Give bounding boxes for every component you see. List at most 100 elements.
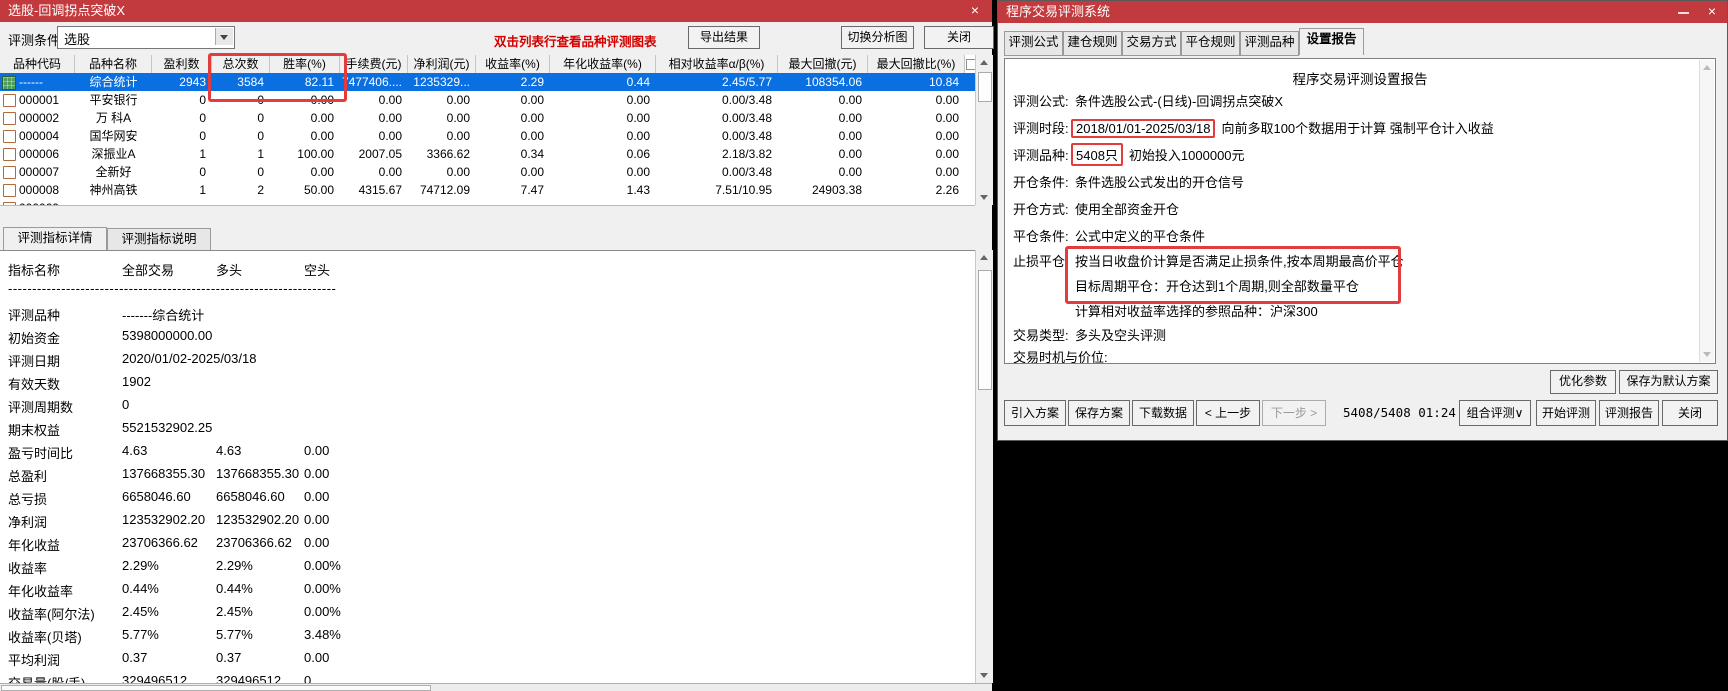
cell-value: 0.00 — [935, 129, 959, 143]
combo-eval-button[interactable]: 组合评测∨ — [1459, 400, 1531, 426]
cell-name: 国华网安 — [89, 129, 138, 143]
column-header[interactable]: 最大回撤(元) — [778, 55, 868, 74]
cell-code: 000001 — [0, 91, 75, 109]
save-plan-button[interactable]: 保存方案 — [1068, 400, 1130, 426]
checkbox-icon[interactable] — [3, 166, 16, 179]
highlighted-value: 5408只 — [1071, 143, 1123, 166]
dialog-tab-1[interactable]: 评测公式 — [1004, 31, 1063, 56]
report-scrollbar[interactable] — [1699, 60, 1714, 362]
cell-value — [212, 199, 270, 205]
chevron-down-icon[interactable] — [215, 28, 233, 45]
dialog-tab-3[interactable]: 交易方式 — [1122, 31, 1181, 56]
table-row[interactable]: 000001 平安银行 0 0 0.00 0.00 0.00 0.00 0.00 0.00/3.4… — [0, 91, 975, 109]
detail-cell: 0.00% — [304, 581, 341, 596]
table-vertical-scrollbar[interactable] — [975, 55, 993, 205]
detail-cell: 0.44% — [216, 581, 253, 596]
horizontal-scrollbar[interactable] — [0, 683, 992, 691]
table-row[interactable]: ------ 综合统计 2943 3584 82.11 7477406.... 123532… — [0, 73, 975, 91]
column-header[interactable]: 最大回撤比(%) — [868, 55, 965, 74]
tab-indicator-notes[interactable]: 评测指标说明 — [107, 228, 211, 252]
prev-step-button[interactable]: < 上一步 — [1196, 400, 1260, 426]
cell-value: 7.47 — [520, 183, 544, 197]
start-eval-button[interactable]: 开始评测 — [1536, 400, 1596, 426]
detail-cell: 5398000000.00 — [122, 328, 213, 343]
eval-report-button[interactable]: 评测报告 — [1599, 400, 1659, 426]
column-header[interactable]: 净利润(元) — [408, 55, 476, 74]
table-row[interactable]: 000002 万 科A 0 0 0.00 0.00 0.00 0.00 0.00 0.00/3.4… — [0, 109, 975, 127]
detail-cell: 137668355.30 — [122, 466, 206, 481]
left-window-title: 选股-回调拐点突破X — [8, 3, 126, 18]
scrollbar-thumb[interactable] — [1, 685, 431, 691]
detail-cell: 137668355.30 — [216, 466, 300, 481]
column-header[interactable]: 盈利数 — [152, 55, 212, 74]
dialog-tab-5[interactable]: 评测品种 — [1240, 31, 1299, 56]
cell-value: 0.00 — [520, 165, 544, 179]
scrollbar-thumb[interactable] — [978, 72, 992, 102]
left-titlebar: 选股-回调拐点突破X × — [0, 0, 992, 22]
table-row[interactable]: 000008 神州高铁 1 2 50.00 4315.67 74712.09 7.47 1.43… — [0, 181, 975, 199]
detail-vertical-scrollbar[interactable] — [975, 250, 993, 683]
scroll-down-icon[interactable] — [1703, 352, 1711, 357]
cell-value: 0.00 — [626, 93, 650, 107]
dialog-tab-6[interactable]: 设置报告 — [1299, 28, 1364, 55]
close-icon[interactable]: × — [962, 0, 988, 22]
import-plan-button[interactable]: 引入方案 — [1004, 400, 1066, 426]
detail-cell: 收益率(贝塔) — [8, 630, 82, 645]
table-row[interactable]: 000004 国华网安 0 0 0.00 0.00 0.00 0.00 0.00 0.00/3.4… — [0, 127, 975, 145]
detail-cell: 0.00 — [304, 489, 330, 504]
column-header[interactable]: 总次数 — [212, 55, 270, 74]
dialog-tab-4[interactable]: 平仓规则 — [1181, 31, 1240, 56]
checkbox-icon[interactable] — [3, 202, 16, 205]
cell-value: 0.00 — [838, 111, 862, 125]
checkbox-icon[interactable] — [3, 94, 16, 107]
condition-dropdown[interactable]: 选股 — [57, 26, 235, 49]
optimize-params-button[interactable]: 优化参数 — [1550, 370, 1616, 394]
table-row[interactable]: 000006 深振业A 1 1 100.00 2007.05 3366.62 0.34 0.06… — [0, 145, 975, 163]
detail-cell: 6658046.60 — [216, 489, 285, 504]
cell-value: 7477406.... — [341, 75, 402, 89]
table-row[interactable]: 000009 — [0, 199, 975, 205]
column-header[interactable]: 相对收益率α/β(%) — [656, 55, 778, 74]
download-data-button[interactable]: 下载数据 — [1132, 400, 1194, 426]
evaluation-system-dialog: 程序交易评测系统 × 评测公式 建仓规则 交易方式 平仓规则 评测品种 设置报告 程序交易… — [997, 0, 1728, 441]
desktop: 选股-回调拐点突破X × 评测条件: 选股 双击列表行查看品种评测图表 导出结果… — [0, 0, 1728, 691]
close-dialog-button[interactable]: 关闭 — [1662, 400, 1718, 426]
column-header[interactable]: 年化收益率(%) — [550, 55, 656, 74]
scroll-down-icon[interactable] — [980, 195, 988, 200]
minimize-icon[interactable] — [1670, 1, 1696, 23]
switch-chart-button[interactable]: 切换分析图 — [841, 26, 914, 49]
scroll-up-icon[interactable] — [980, 60, 988, 65]
close-icon[interactable]: × — [1699, 1, 1725, 23]
summary-grid-icon[interactable] — [2, 76, 16, 90]
column-header[interactable]: 胜率(%) — [270, 55, 340, 74]
column-header[interactable]: 手续费(元) — [340, 55, 408, 74]
scroll-up-icon[interactable] — [1703, 65, 1711, 70]
checkbox-icon[interactable] — [3, 130, 16, 143]
column-header[interactable]: 收益率(%) — [476, 55, 550, 74]
table-row[interactable]: 000007 全新好 0 0 0.00 0.00 0.00 0.00 0.00 0.00/3.48… — [0, 163, 975, 181]
checkbox-icon[interactable] — [3, 148, 16, 161]
scrollbar-thumb[interactable] — [978, 270, 992, 390]
column-header[interactable]: 品种名称 — [75, 55, 152, 74]
cell-value: 0 — [199, 93, 206, 107]
checkbox-icon[interactable] — [3, 184, 16, 197]
detail-cell: 0.00% — [304, 558, 341, 573]
scroll-up-icon[interactable] — [980, 255, 988, 260]
detail-row: 初始资金 5398000000.00 — [0, 328, 975, 348]
cell-value: 0.00 — [378, 93, 402, 107]
tab-indicator-details[interactable]: 评测指标详情 — [3, 227, 107, 251]
next-step-button[interactable]: 下一步 > — [1262, 400, 1326, 426]
detail-row: 评测周期数 0 — [0, 397, 975, 417]
export-results-button[interactable]: 导出结果 — [688, 26, 760, 49]
cell-value: 0.00 — [310, 129, 334, 143]
dialog-tab-2[interactable]: 建仓规则 — [1063, 31, 1122, 56]
detail-cell: 23706366.62 — [122, 535, 198, 550]
clipped-table-row: 000009 — [0, 199, 975, 205]
detail-cell: 2020/01/02-2025/03/18 — [122, 351, 257, 366]
save-default-button[interactable]: 保存为默认方案 — [1619, 370, 1718, 394]
scroll-down-icon[interactable] — [980, 673, 988, 678]
column-header[interactable]: 品种代码 — [0, 55, 75, 74]
close-button[interactable]: 关闭 — [924, 26, 994, 49]
report-line: 目标周期平仓：开仓达到1个周期,则全部数量平仓 — [1075, 279, 1359, 294]
checkbox-icon[interactable] — [3, 112, 16, 125]
